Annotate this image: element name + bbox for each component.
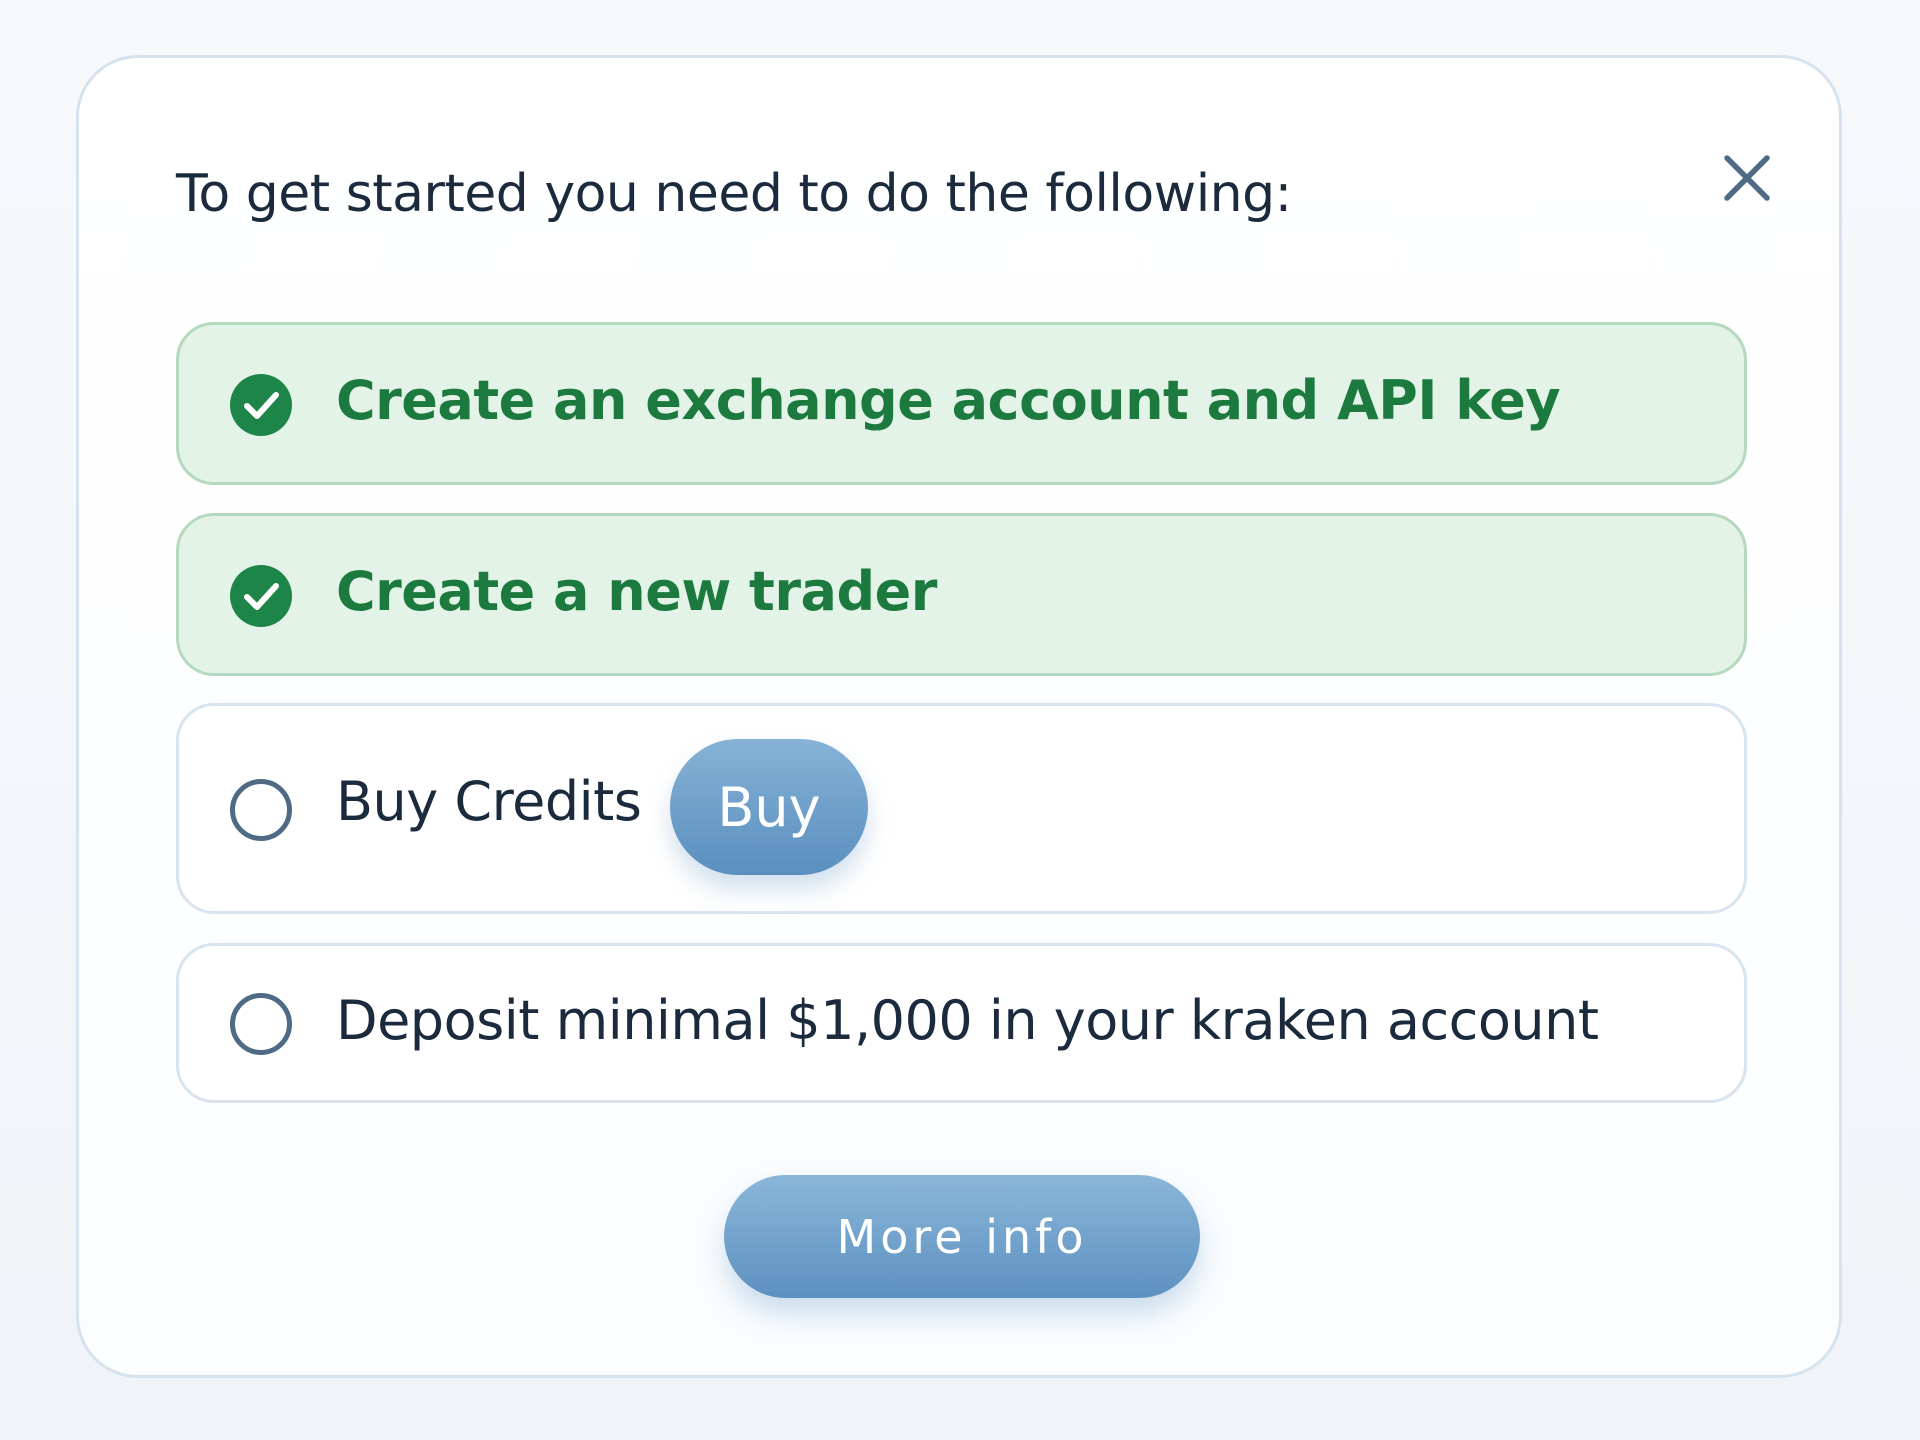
task-item-buy-credits: Buy Credits Buy (176, 703, 1747, 914)
close-icon (1724, 155, 1770, 201)
check-circle-icon (229, 564, 293, 628)
getting-started-dialog: To get started you need to do the follow… (76, 55, 1842, 1378)
empty-circle-icon (229, 778, 293, 842)
buy-credits-button[interactable]: Buy (670, 739, 868, 875)
more-info-button[interactable]: More info (724, 1175, 1200, 1298)
task-item-exchange-account: Create an exchange account and API key (176, 322, 1747, 485)
close-button[interactable] (1707, 138, 1787, 218)
task-label: Create a new trader (336, 560, 937, 623)
dialog-heading: To get started you need to do the follow… (176, 164, 1292, 224)
task-item-deposit: Deposit minimal $1,000 in your kraken ac… (176, 943, 1747, 1103)
check-circle-icon (229, 373, 293, 437)
task-label: Buy Credits (336, 770, 642, 833)
empty-circle-icon (229, 992, 293, 1056)
task-label: Create an exchange account and API key (336, 369, 1561, 432)
task-label: Deposit minimal $1,000 in your kraken ac… (336, 989, 1599, 1052)
task-item-new-trader: Create a new trader (176, 513, 1747, 676)
